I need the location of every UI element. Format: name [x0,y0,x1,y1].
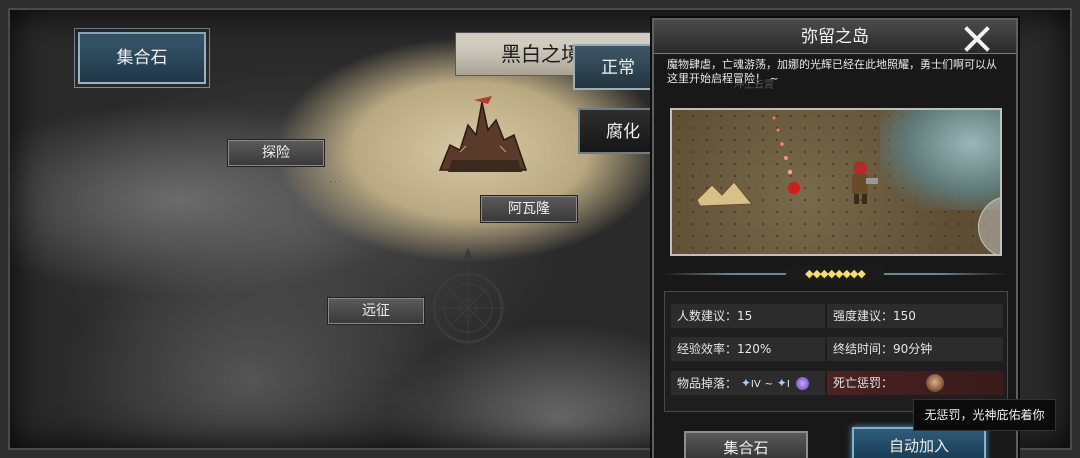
hero-character-icon [852,161,878,204]
dungeon-detail-panel: 弥留之岛 冲上云霄 魔物肆虐，亡魂游荡，加娜的光辉已经在此地照耀，勇士们啊可以从… [652,18,1018,458]
drop-orb-icon[interactable] [795,377,809,390]
panel-description: 魔物肆虐，亡魂游荡，加娜的光辉已经在此地照耀，勇士们啊可以从这里开始启程冒险！ … [667,58,997,85]
gather-stone-button[interactable]: 集合石 [684,431,808,458]
end-time: 终结时间：90分钟 [827,337,1003,361]
map-node-avalon[interactable]: 阿瓦隆 [481,196,577,222]
castle-icon[interactable] [430,90,540,180]
skull-icon[interactable] [925,373,945,393]
map-node-expedition[interactable]: 远征 [328,298,424,324]
exp-efficiency: 经验效率：120% [671,337,825,361]
death-penalty[interactable]: 死亡惩罚： [827,371,1003,395]
gather-stone-map-button[interactable]: 集合石 [78,32,206,84]
map-faint-text: · · · [330,178,342,186]
item-drops: 物品掉落： ✦IV ~ ✦I [671,371,825,395]
mode-normal-button[interactable]: 正常 [573,44,663,90]
projectile-trail-icon [772,116,800,194]
difficulty-stars: ◆◆◆◆◆◆◆◆ [786,266,884,282]
drop-gem-icon: ✦ [776,376,787,390]
death-penalty-tooltip: 无惩罚，光神庇佑着你 [913,399,1056,431]
recommended-players: 人数建议：15 [671,304,825,328]
drop-gem-icon: ✦ [740,376,751,390]
compass-rose-icon [430,248,506,346]
auto-join-button[interactable]: 自动加入 [852,427,986,458]
bone-pile-icon [696,181,754,207]
map-node-explore[interactable]: 探险 [228,140,324,166]
close-icon[interactable] [964,26,990,52]
panel-title: 弥留之岛 [654,20,1016,54]
dungeon-preview-image [670,108,1002,256]
dungeon-info-grid: 人数建议：15 强度建议：150 经验效率：120% 终结时间：90分钟 物品掉… [664,291,1008,412]
recommended-strength: 强度建议：150 [827,304,1003,328]
difficulty-rating: ◆◆◆◆◆◆◆◆ [662,266,1008,282]
